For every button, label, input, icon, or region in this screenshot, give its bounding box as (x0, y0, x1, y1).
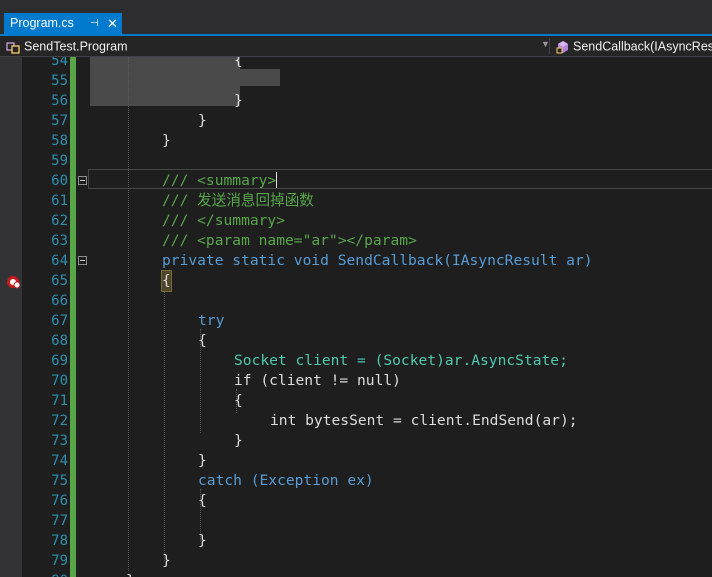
line-number: 72 (51, 413, 68, 429)
code-line: int bytesSent = client.EndSend(ar); (270, 412, 578, 429)
text-caret (276, 172, 278, 188)
line-number: 70 (51, 373, 68, 389)
change-marker (70, 111, 76, 131)
line-number: 73 (51, 433, 68, 449)
member-scope-dropdown[interactable]: SendCallback(IAsyncRes (556, 37, 712, 55)
line-number: 60 (51, 173, 68, 189)
code-line: /// <param name="ar"></param> (162, 232, 417, 249)
change-marker (70, 291, 76, 311)
tab-program-cs[interactable]: Program.cs ⊣ ✕ (4, 13, 122, 34)
line-number: 78 (51, 533, 68, 549)
line-number: 68 (51, 333, 68, 349)
collapse-icon[interactable] (78, 176, 87, 185)
type-scope-dropdown[interactable]: SendTest.Program (6, 37, 128, 55)
change-marker (70, 231, 76, 251)
change-marker (70, 191, 76, 211)
line-number: 63 (51, 233, 68, 249)
change-marker (70, 531, 76, 551)
line-number: 62 (51, 213, 68, 229)
code-line: } (198, 452, 207, 469)
close-icon[interactable]: ✕ (107, 13, 118, 34)
navbar-divider (549, 38, 550, 54)
line-number: 71 (51, 393, 68, 409)
code-editor[interactable]: 54 { 55 56} 57} 58} 59 60 /// <summary> 61… (0, 57, 712, 577)
code-line: } (198, 112, 207, 129)
line-number: 74 (51, 453, 68, 469)
code-line: /// </summary> (162, 212, 286, 229)
pin-icon[interactable]: ⊣ (90, 13, 99, 34)
line-number: 75 (51, 473, 68, 489)
change-marker (70, 491, 76, 511)
method-icon (556, 40, 570, 54)
line-number: 61 (51, 193, 68, 209)
line-number: 58 (51, 133, 68, 149)
change-marker (70, 571, 76, 577)
code-line: try (198, 312, 225, 329)
code-line: { (198, 332, 207, 349)
code-line: } (162, 132, 171, 149)
change-marker (70, 71, 76, 91)
change-marker (70, 511, 76, 531)
line-number: 79 (51, 553, 68, 569)
change-marker (70, 311, 76, 331)
code-line: private static void SendCallback(IAsyncR… (162, 252, 593, 269)
code-line: { (161, 270, 172, 292)
class-icon (6, 40, 20, 54)
code-line: } (126, 571, 135, 577)
change-marker (70, 211, 76, 231)
collapse-icon[interactable] (78, 256, 87, 265)
line-number: 57 (51, 113, 68, 129)
change-marker (70, 391, 76, 411)
change-marker (70, 411, 76, 431)
change-marker (70, 431, 76, 451)
line-number: 76 (51, 493, 68, 509)
change-marker (70, 131, 76, 151)
code-line: } (234, 92, 243, 109)
code-line: { (234, 392, 243, 409)
code-line: } (162, 552, 171, 569)
member-scope-label: SendCallback(IAsyncRes (573, 39, 712, 54)
change-marker (70, 271, 76, 291)
code-line: } (234, 432, 243, 449)
change-marker (70, 371, 76, 391)
change-marker (70, 551, 76, 571)
code-line: /// 发送消息回掉函数 (162, 192, 314, 209)
code-line: catch (Exception ex) (198, 472, 374, 489)
navigation-bar: SendTest.Program ▼ SendCallback(IAsyncRe… (0, 36, 712, 57)
breakpoint-icon[interactable] (6, 274, 21, 289)
change-marker (70, 351, 76, 371)
code-line: /// <summary> (162, 172, 277, 189)
change-marker (70, 171, 76, 191)
change-marker (70, 91, 76, 111)
change-marker (70, 151, 76, 171)
line-number: 54 (51, 57, 68, 69)
tab-label: Program.cs (10, 16, 74, 30)
change-marker (70, 251, 76, 271)
line-number: 67 (51, 313, 68, 329)
line-number: 66 (51, 293, 68, 309)
code-line: if (client != null) (234, 372, 401, 389)
change-marker (70, 471, 76, 491)
code-line: { (234, 57, 243, 69)
code-line: Socket client = (Socket)ar.AsyncState; (234, 352, 568, 369)
line-number: 80 (22, 571, 68, 577)
line-number: 56 (51, 93, 68, 109)
change-marker (70, 331, 76, 351)
tab-bar-top (0, 0, 712, 2)
line-number: 65 (51, 273, 68, 289)
line-number: 77 (51, 513, 68, 529)
code-line: { (198, 492, 207, 509)
change-marker (70, 451, 76, 471)
tab-bar: Program.cs ⊣ ✕ (0, 0, 712, 34)
change-marker (70, 57, 76, 71)
code-line: } (198, 532, 207, 549)
line-number: 59 (51, 153, 68, 169)
line-number: 64 (51, 253, 68, 269)
line-number: 69 (51, 353, 68, 369)
type-scope-label: SendTest.Program (24, 39, 128, 54)
line-number: 55 (51, 73, 68, 89)
